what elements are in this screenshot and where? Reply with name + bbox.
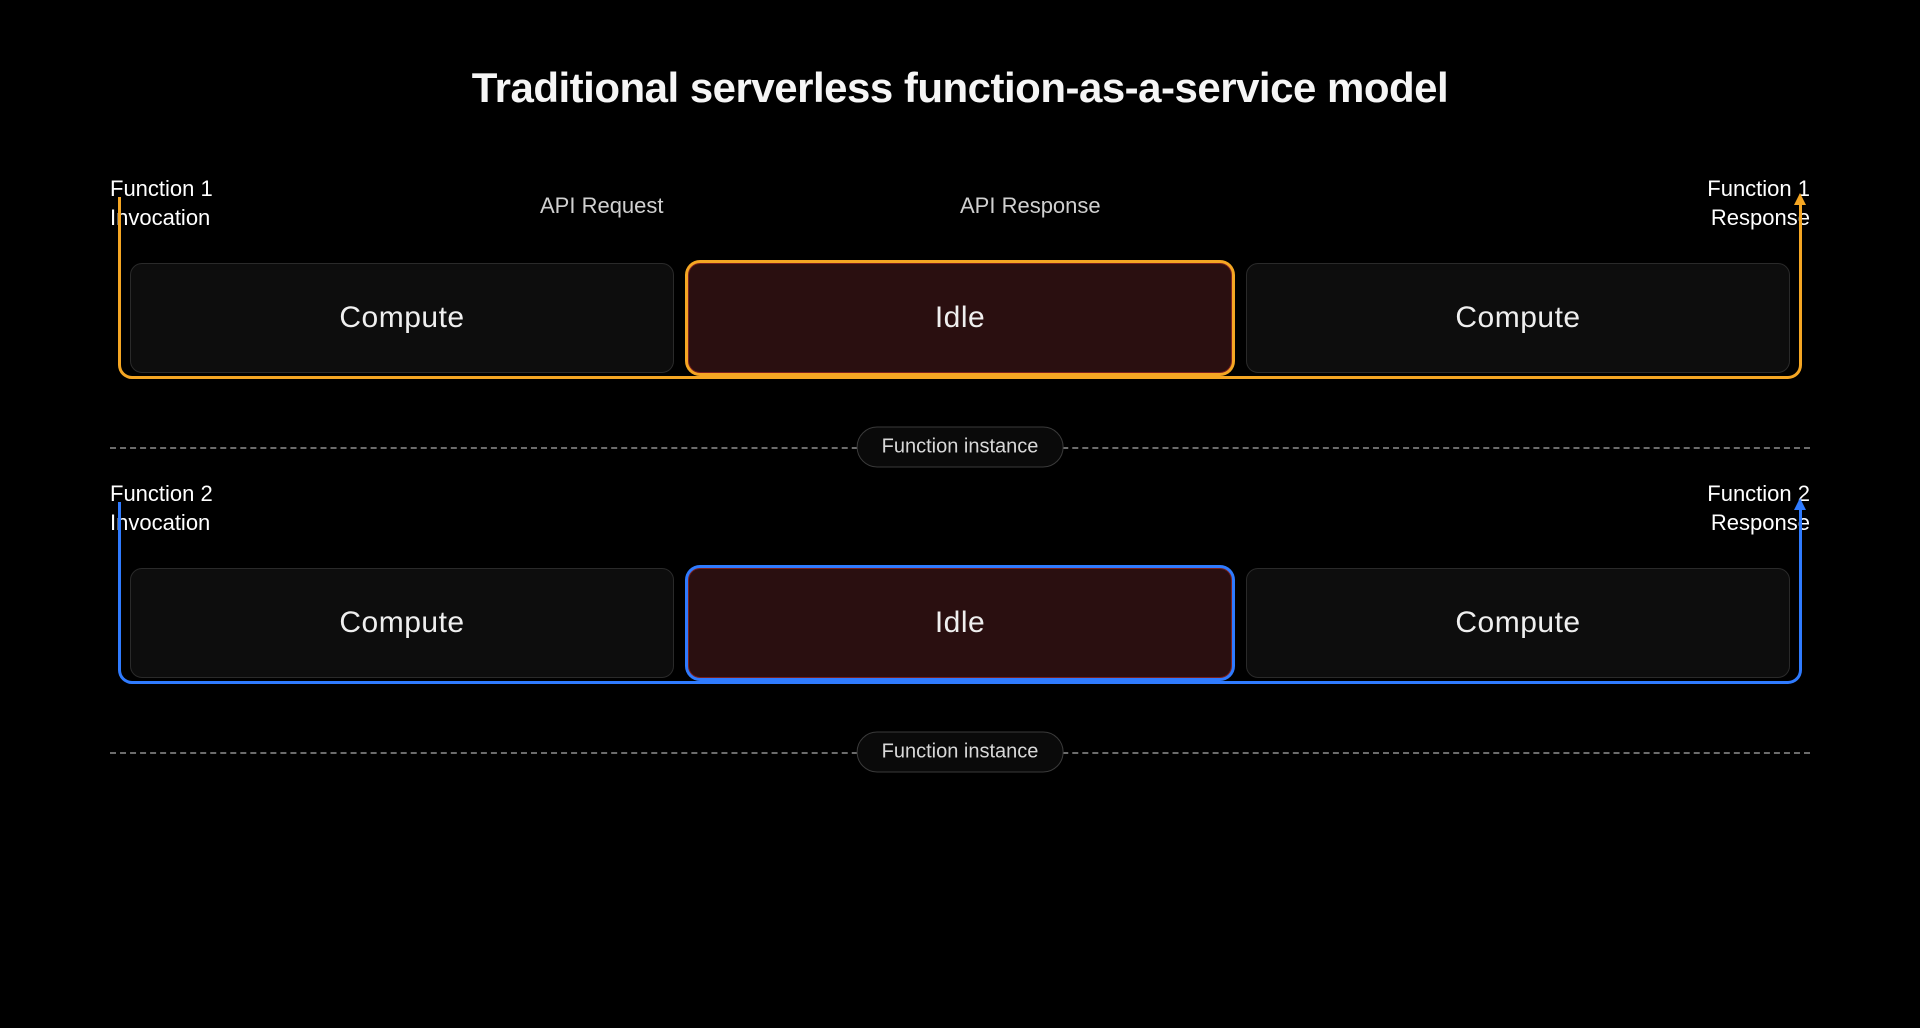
lane-1-segment-idle: Idle: [688, 263, 1232, 373]
lane-1-segments: Compute Idle Compute: [130, 263, 1790, 373]
lane-1-segment-compute-b: Compute: [1246, 263, 1790, 373]
function-2-response-label: Function 2Response: [1707, 480, 1810, 537]
lane-2-segment-compute-b: Compute: [1246, 568, 1790, 678]
lane-2-segments: Compute Idle Compute: [130, 568, 1790, 678]
function-lane-2: Function 2Invocation Function 2Response …: [110, 480, 1810, 774]
lane-2-segment-compute-a: Compute: [130, 568, 674, 678]
lane-1-divider: Function instance: [110, 425, 1810, 469]
function-lane-1: Function 1Invocation API Request API Res…: [110, 175, 1810, 469]
lane-2-divider: Function instance: [110, 730, 1810, 774]
api-request-label: API Request: [540, 193, 664, 219]
lane-2-track: Compute Idle Compute: [110, 568, 1810, 678]
diagram-canvas: Traditional serverless function-as-a-ser…: [0, 0, 1920, 1028]
lane-2-labels: Function 2Invocation Function 2Response: [110, 480, 1810, 532]
lane-1-labels: Function 1Invocation API Request API Res…: [110, 175, 1810, 227]
api-response-label: API Response: [960, 193, 1101, 219]
lane-2-divider-badge: Function instance: [857, 732, 1064, 773]
lane-1-mid-labels: API Request API Response: [110, 193, 1810, 221]
function-1-response-label: Function 1Response: [1707, 175, 1810, 232]
lane-2-segment-idle: Idle: [688, 568, 1232, 678]
lane-1-track: Compute Idle Compute: [110, 263, 1810, 373]
diagram-title: Traditional serverless function-as-a-ser…: [0, 64, 1920, 112]
lane-1-segment-compute-a: Compute: [130, 263, 674, 373]
lane-1-divider-badge: Function instance: [857, 427, 1064, 468]
function-2-invocation-label: Function 2Invocation: [110, 480, 213, 537]
